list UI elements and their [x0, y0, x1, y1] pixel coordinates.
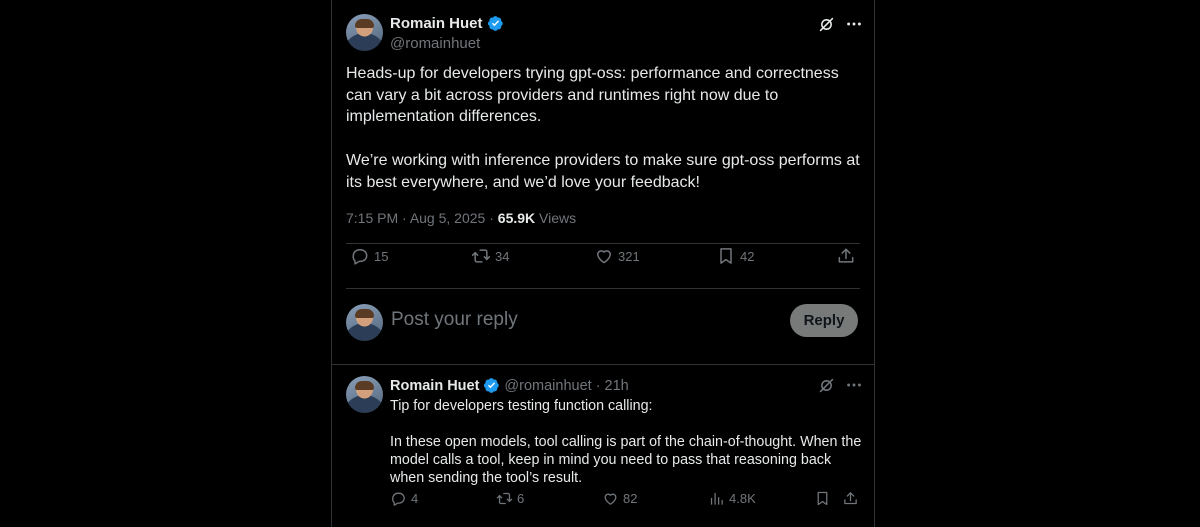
tweet-top-actions: [818, 15, 863, 33]
reply-action[interactable]: 15: [350, 246, 388, 266]
repost-action[interactable]: 6: [496, 490, 524, 507]
grok-icon[interactable]: [818, 377, 835, 394]
reply-icon: [352, 249, 368, 265]
bookmark-action[interactable]: [814, 490, 831, 507]
views-icon: [710, 492, 723, 505]
reply-count: 15: [374, 248, 389, 264]
main-tweet: Romain Huet @romainhuet Heads-up for dev…: [332, 0, 874, 364]
share-action[interactable]: [842, 490, 859, 507]
views-count: 65.9K: [497, 210, 536, 226]
share-icon: [844, 491, 857, 504]
author-name[interactable]: Romain Huet: [390, 15, 483, 32]
meta-separator: ·: [595, 377, 601, 394]
author-handle[interactable]: @romainhuet: [390, 35, 480, 52]
meta-separator: ·: [489, 210, 498, 226]
like-icon: [604, 493, 617, 505]
reply-count: 4: [411, 490, 419, 506]
more-icon[interactable]: [845, 376, 863, 394]
share-action[interactable]: [836, 246, 856, 266]
tweet-date[interactable]: Aug 5, 2025: [410, 210, 486, 226]
reply-button[interactable]: Reply: [790, 304, 858, 337]
reply-author-name[interactable]: Romain Huet: [390, 378, 479, 394]
like-icon: [597, 250, 611, 264]
views-label: Views: [539, 210, 577, 226]
divider: [332, 364, 874, 365]
bookmark-action[interactable]: 42: [716, 246, 754, 266]
like-action[interactable]: 82: [602, 490, 637, 507]
reply-author-handle[interactable]: @romainhuet: [504, 378, 591, 394]
reply-paragraph: Tip for developers testing function call…: [390, 398, 653, 414]
like-count: 321: [618, 248, 640, 264]
meta-separator: ·: [402, 210, 410, 226]
repost-icon: [496, 492, 513, 504]
tweet-time[interactable]: 7:15 PM: [346, 210, 398, 226]
tweet-body: Heads-up for developers trying gpt-oss: …: [346, 63, 862, 193]
reply-age[interactable]: 21h: [605, 378, 629, 394]
author-avatar[interactable]: [346, 14, 383, 51]
bookmark-icon: [817, 491, 828, 505]
reply-paragraph: In these open models, tool calling is pa…: [390, 434, 862, 486]
reply-author-row: Romain Huet @romainhuet · 21h: [390, 377, 629, 394]
views-action[interactable]: 4.8K: [708, 490, 756, 507]
current-user-avatar[interactable]: [346, 304, 383, 341]
author-name-row: Romain Huet: [390, 15, 504, 32]
like-count: 82: [623, 490, 638, 506]
repost-icon: [471, 249, 491, 263]
more-icon[interactable]: [845, 15, 863, 33]
reply-author-avatar[interactable]: [346, 376, 383, 413]
divider: [346, 288, 860, 289]
reply-top-actions: [818, 376, 863, 394]
bookmark-count: 42: [740, 248, 755, 264]
share-icon: [838, 248, 854, 263]
tweet-paragraph: We’re working with inference providers t…: [346, 151, 860, 191]
views-count: 4.8K: [729, 490, 756, 506]
verified-badge-icon: [484, 378, 500, 393]
bookmark-icon: [720, 248, 732, 264]
grok-icon[interactable]: [818, 16, 835, 33]
reply-body: Tip for developers testing function call…: [390, 397, 862, 487]
repost-count: 6: [517, 490, 525, 506]
tweet-meta: 7:15 PM · Aug 5, 2025 · 65.9K Views: [346, 210, 576, 226]
reply-icon: [392, 492, 405, 506]
like-action[interactable]: 321: [594, 246, 640, 266]
tweet-paragraph: Heads-up for developers trying gpt-oss: …: [346, 65, 839, 126]
divider: [346, 243, 860, 244]
reply-input[interactable]: Post your reply: [391, 309, 518, 331]
reply-action[interactable]: 4: [390, 490, 418, 507]
repost-count: 34: [495, 248, 510, 264]
timeline-column: Romain Huet @romainhuet Heads-up for dev…: [331, 0, 875, 527]
repost-action[interactable]: 34: [471, 246, 509, 266]
verified-badge-icon: [487, 16, 503, 31]
